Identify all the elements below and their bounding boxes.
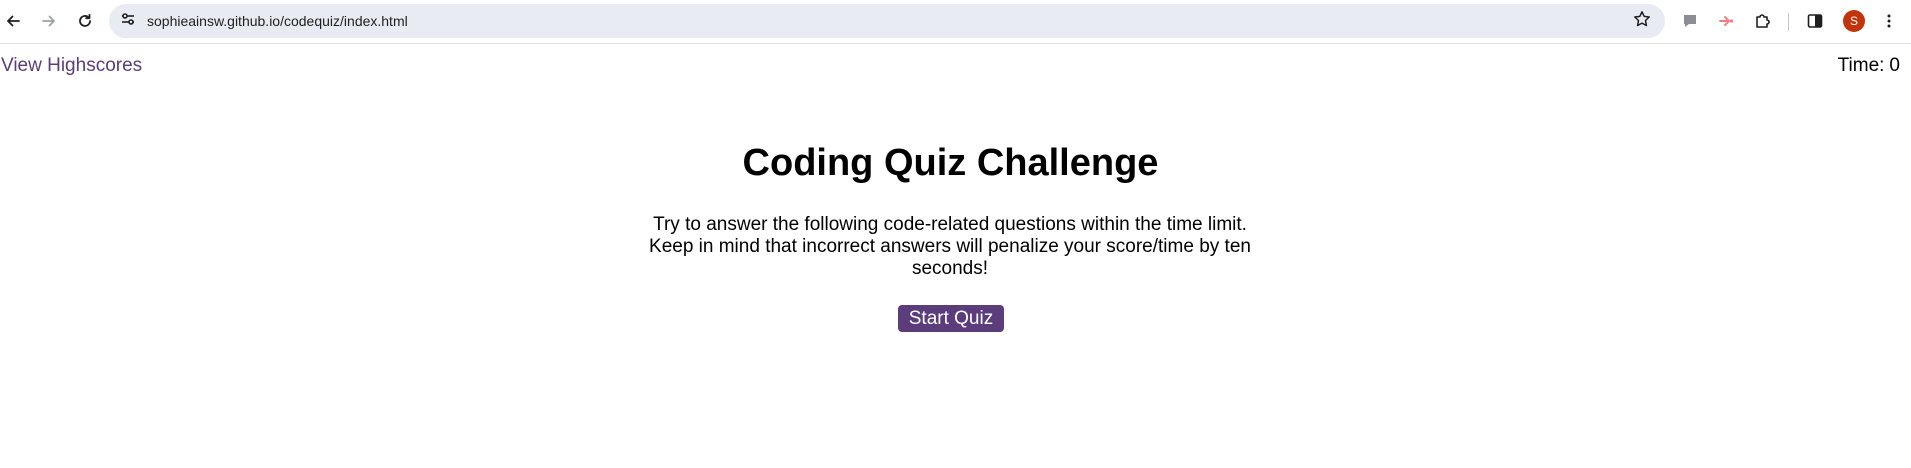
chat-bubble-icon: [1681, 12, 1699, 30]
timer-label: Time:: [1837, 55, 1885, 76]
star-icon: [1633, 10, 1651, 33]
side-panel-icon: [1806, 12, 1824, 30]
toolbar-divider: [1788, 13, 1789, 31]
url-text[interactable]: sophieainsw.github.io/codequiz/index.htm…: [147, 13, 408, 29]
extension-button-2[interactable]: [1711, 6, 1741, 36]
forward-button[interactable]: [34, 6, 64, 36]
back-button[interactable]: [0, 6, 28, 36]
timer: Time: 0: [1838, 55, 1900, 77]
reload-button[interactable]: [70, 6, 100, 36]
bookmark-button[interactable]: [1631, 10, 1653, 32]
quiz-instructions: Try to answer the following code-related…: [649, 214, 1251, 279]
site-info-button[interactable]: [117, 10, 139, 32]
browser-menu-button[interactable]: [1874, 6, 1904, 36]
kebab-menu-icon: [1881, 13, 1897, 29]
puzzle-icon: [1754, 12, 1772, 30]
arrow-left-icon: [5, 13, 21, 29]
arrow-right-icon: [41, 13, 57, 29]
profile-avatar[interactable]: S: [1843, 10, 1865, 32]
side-panel-button[interactable]: [1800, 6, 1830, 36]
reload-icon: [77, 13, 93, 29]
page-title: Coding Quiz Challenge: [742, 142, 1159, 184]
address-bar[interactable]: sophieainsw.github.io/codequiz/index.htm…: [109, 4, 1665, 38]
tune-icon: [120, 11, 136, 32]
extensions-button[interactable]: [1748, 6, 1778, 36]
share-arrow-icon: [1717, 12, 1735, 30]
browser-toolbar: sophieainsw.github.io/codequiz/index.htm…: [0, 0, 1911, 44]
timer-value: 0: [1889, 55, 1900, 76]
view-highscores-link[interactable]: View Highscores: [1, 55, 142, 77]
extension-button-1[interactable]: [1675, 6, 1705, 36]
start-quiz-button[interactable]: Start Quiz: [898, 305, 1004, 332]
